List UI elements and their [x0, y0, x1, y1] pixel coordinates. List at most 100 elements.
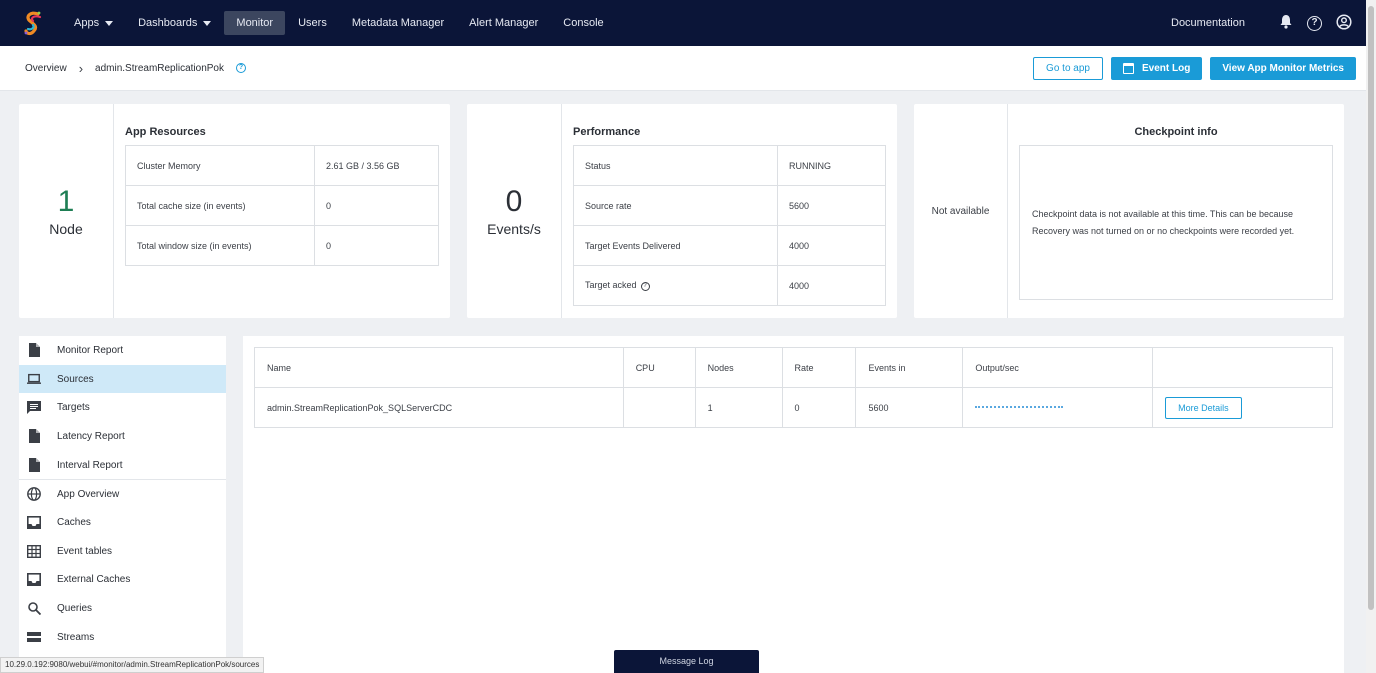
nav-menu: Apps Dashboards Monitor Users Metadata Manag…	[62, 11, 617, 35]
search-icon	[27, 602, 41, 616]
caret-down-icon	[105, 20, 114, 26]
inbox-icon	[27, 515, 41, 529]
nav-item-metadata-manager[interactable]: Metadata Manager	[340, 11, 456, 35]
help-icon[interactable]: ?	[640, 281, 650, 291]
column-header: Rate	[781, 347, 856, 388]
table-row: admin.StreamReplicationPok_SQLServerCDC 1…	[254, 387, 1333, 428]
sidebar-item-latency-report[interactable]: Latency Report	[19, 422, 226, 451]
sidebar-item-sources[interactable]: Sources	[19, 364, 226, 394]
sidebar-item-label: Streams	[57, 631, 95, 643]
sidebar-item-targets[interactable]: Targets	[19, 393, 226, 422]
row-label-text: Target acked	[585, 280, 637, 291]
sidebar-item-label: Queries	[57, 603, 93, 615]
column-header	[1152, 347, 1333, 388]
nav-item-users[interactable]: Users	[286, 11, 339, 35]
events-summary: 0 Events/s	[467, 104, 562, 318]
breadcrumb-current: admin.StreamReplicationPok	[95, 62, 224, 74]
page-scrollbar[interactable]	[1366, 0, 1376, 673]
sidebar-item-label: App Overview	[57, 488, 120, 500]
chevron-right-icon: ›	[78, 60, 84, 76]
card-title: Performance	[573, 126, 641, 138]
action-cell: More Details	[1152, 387, 1333, 428]
sidebar-item-streams[interactable]: Streams	[19, 623, 226, 652]
table-row: Total cache size (in events) 0	[125, 185, 439, 226]
nav-item-dashboards[interactable]: Dashboards	[126, 11, 223, 35]
sidebar-item-event-tables[interactable]: Event tables	[19, 537, 226, 566]
nav-item-apps[interactable]: Apps	[62, 11, 125, 35]
table-row: Status RUNNING	[573, 145, 886, 186]
page-header: Overview › admin.StreamReplicationPok ? …	[0, 46, 1366, 91]
column-header: Name	[254, 347, 624, 388]
sidebar-item-label: External Caches	[57, 574, 131, 586]
table-row: Source rate 5600	[573, 185, 886, 226]
source-cpu	[622, 387, 696, 428]
table-row: Target acked? 4000	[573, 265, 886, 306]
nav-item-label: Console	[563, 17, 604, 29]
sidebar-item-label: Caches	[57, 516, 91, 528]
row-label: Total window size (in events)	[125, 225, 315, 266]
sidebar-item-label: Targets	[57, 402, 90, 414]
row-value: RUNNING	[777, 145, 886, 186]
performance-table: Status RUNNING Source rate 5600 Target Event…	[573, 145, 886, 306]
help-icon[interactable]: ?	[1307, 15, 1322, 31]
source-events-in: 5600	[855, 387, 963, 428]
sidebar-item-label: Latency Report	[57, 430, 125, 442]
output-sparkline	[975, 406, 1064, 410]
nav-item-label: Apps	[74, 17, 100, 29]
sidebar-item-caches[interactable]: Caches	[19, 508, 226, 537]
row-value: 0	[314, 185, 439, 226]
nav-item-label: Dashboards	[138, 17, 198, 29]
header-actions: Go to app Event Log View App Monitor Met…	[1033, 56, 1356, 80]
row-label: Status	[573, 145, 778, 186]
more-details-button[interactable]: More Details	[1165, 396, 1242, 419]
sources-panel: Name CPU Nodes Rate Events in Output/sec admi…	[243, 336, 1344, 673]
resources-table: Cluster Memory 2.61 GB / 3.56 GB Total cac…	[125, 145, 439, 266]
app-logo[interactable]	[18, 8, 48, 38]
event-log-label: Event Log	[1141, 62, 1191, 74]
checkpoint-status: Not available	[914, 104, 1008, 318]
column-header: Events in	[855, 347, 963, 388]
output-sparkline-cell	[962, 387, 1153, 428]
scrollbar-thumb[interactable]	[1368, 6, 1374, 610]
sidebar-item-label: Monitor Report	[57, 344, 124, 356]
sidebar-item-interval-report[interactable]: Interval Report	[19, 451, 226, 480]
nav-item-alert-manager[interactable]: Alert Manager	[457, 11, 550, 35]
nav-item-label: Monitor	[236, 17, 274, 29]
source-nodes: 1	[694, 387, 783, 428]
nav-item-label: Metadata Manager	[351, 17, 445, 29]
message-log-button[interactable]: Message Log	[614, 650, 759, 673]
sidebar-item-label: Interval Report	[57, 459, 123, 471]
view-metrics-button[interactable]: View App Monitor Metrics	[1210, 56, 1356, 80]
sidebar-item-monitor-report[interactable]: Monitor Report	[19, 336, 226, 365]
bell-icon[interactable]	[1279, 14, 1293, 32]
globe-icon	[27, 487, 41, 502]
node-summary: 1 Node	[19, 104, 114, 318]
events-count: 0	[505, 185, 523, 218]
sidebar-item-app-overview[interactable]: App Overview	[19, 479, 226, 508]
table-row: Cluster Memory 2.61 GB / 3.56 GB	[125, 145, 439, 186]
nav-item-monitor[interactable]: Monitor	[224, 11, 286, 35]
message-icon	[27, 401, 41, 415]
column-header: CPU	[622, 347, 696, 388]
monitor-sidebar: Monitor Report Sources Targets Latency Repo…	[19, 336, 226, 673]
column-header: Nodes	[694, 347, 783, 388]
column-header: Output/sec	[962, 347, 1153, 388]
help-icon[interactable]: ?	[235, 63, 246, 73]
row-label-text: Status	[585, 160, 611, 171]
performance-card: 0 Events/s Performance Status RUNNING Sour…	[467, 104, 897, 318]
breadcrumb-overview[interactable]: Overview	[25, 63, 67, 74]
laptop-icon	[27, 372, 41, 386]
documentation-link[interactable]: Documentation	[1171, 17, 1245, 29]
go-to-app-button[interactable]: Go to app	[1033, 56, 1103, 80]
row-value: 5600	[777, 185, 886, 226]
sidebar-item-queries[interactable]: Queries	[19, 594, 226, 623]
sidebar-item-external-caches[interactable]: External Caches	[19, 566, 226, 595]
nav-item-label: Alert Manager	[469, 17, 539, 29]
sources-table: Name CPU Nodes Rate Events in Output/sec admi…	[254, 347, 1333, 428]
nav-item-console[interactable]: Console	[551, 11, 615, 35]
user-account-icon[interactable]	[1336, 13, 1352, 33]
table-header-row: Name CPU Nodes Rate Events in Output/sec	[254, 347, 1333, 388]
event-log-button[interactable]: Event Log	[1110, 56, 1203, 80]
row-value: 2.61 GB / 3.56 GB	[314, 145, 439, 186]
file-icon	[27, 343, 41, 358]
